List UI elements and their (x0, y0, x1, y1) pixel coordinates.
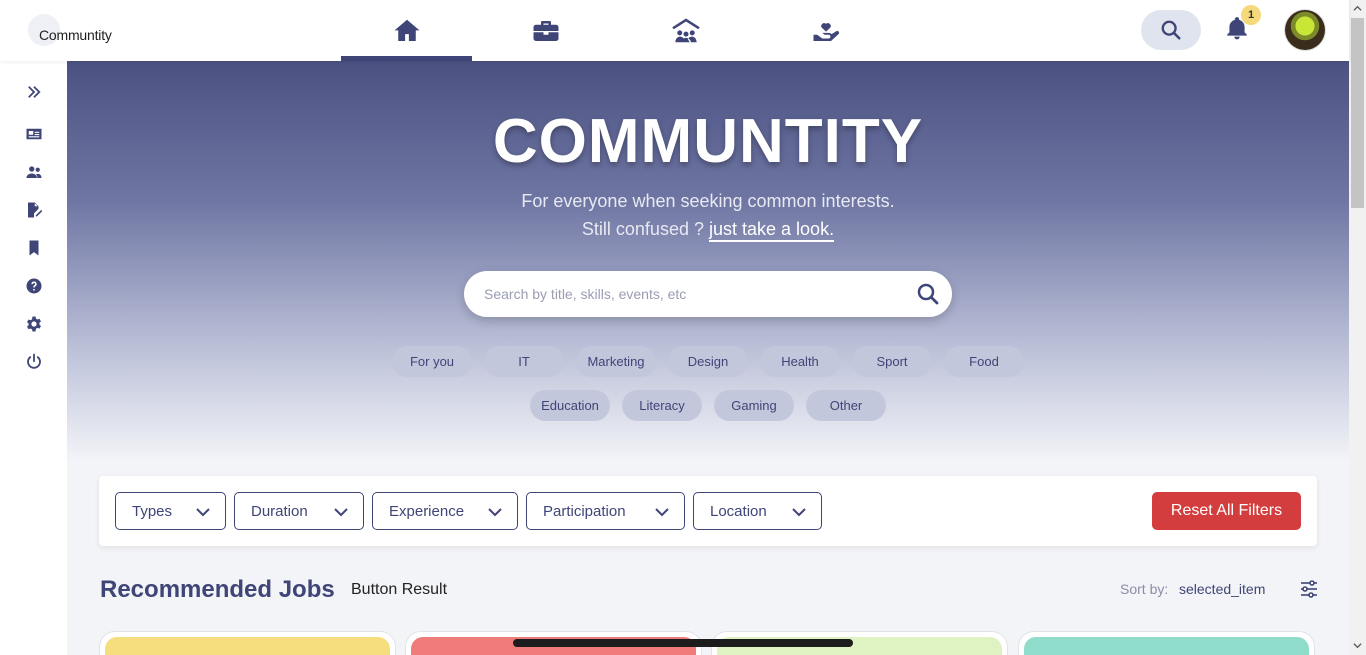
sidebar-expand[interactable] (23, 81, 45, 103)
chip-design[interactable]: Design (668, 346, 748, 377)
sidebar-item-saved[interactable] (23, 237, 45, 259)
job-card[interactable] (99, 631, 396, 655)
community-icon (671, 18, 700, 42)
reset-filters-button[interactable]: Reset All Filters (1152, 492, 1301, 530)
top-navbar: Communtity 1 (0, 0, 1349, 61)
sidebar-item-help[interactable] (23, 275, 45, 297)
scroll-down-icon[interactable] (1353, 641, 1362, 650)
chevron-down-icon (196, 508, 210, 517)
filter-label: Location (710, 502, 767, 520)
user-avatar[interactable] (1285, 10, 1325, 50)
nav-jobs[interactable] (480, 0, 611, 61)
sidebar-item-profile[interactable] (23, 123, 45, 145)
sort-label: Sort by: (1120, 581, 1169, 597)
chip-marketing[interactable]: Marketing (576, 346, 656, 377)
help-icon (26, 278, 42, 294)
scroll-up-icon[interactable] (1353, 4, 1362, 13)
sidebar-item-people[interactable] (23, 161, 45, 183)
chip-other[interactable]: Other (806, 390, 886, 421)
expand-icon (28, 86, 41, 98)
settings-icon (27, 316, 41, 332)
bookmark-icon (29, 240, 39, 256)
volunteer-icon (813, 22, 839, 41)
notification-badge: 1 (1241, 5, 1261, 25)
chip-it[interactable]: IT (484, 346, 564, 377)
edit-file-icon (28, 202, 43, 218)
chip-education[interactable]: Education (530, 390, 610, 421)
chip-health[interactable]: Health (760, 346, 840, 377)
power-icon (27, 353, 41, 369)
card-header (105, 637, 390, 655)
chip-food[interactable]: Food (944, 346, 1024, 377)
take-a-look-link[interactable]: just take a look. (709, 219, 835, 242)
sidebar-item-settings[interactable] (23, 313, 45, 335)
filter-location[interactable]: Location (693, 492, 822, 530)
hero-search-box (464, 271, 952, 317)
brand-logo[interactable]: Communtity (28, 14, 128, 50)
page-scrollbar[interactable] (1349, 0, 1366, 655)
chip-gaming[interactable]: Gaming (714, 390, 794, 421)
users-icon (26, 166, 42, 178)
filter-experience[interactable]: Experience (372, 492, 518, 530)
filter-bar: Types Duration Experience Participation … (99, 476, 1317, 546)
brand-name: Communtity (39, 27, 112, 43)
chip-sport[interactable]: Sport (852, 346, 932, 377)
filter-label: Participation (543, 502, 626, 520)
chevron-down-icon (655, 508, 669, 517)
chevron-down-icon (792, 508, 806, 517)
card-header (1024, 637, 1309, 655)
sort-dropdown[interactable]: selected_item (1179, 581, 1265, 597)
filter-label: Duration (251, 502, 308, 520)
hero-banner: COMMUNTITY For everyone when seeking com… (67, 61, 1349, 461)
sidebar-item-applications[interactable] (23, 199, 45, 221)
hero-subtitle-prefix: Still confused ? (581, 219, 704, 239)
search-icon (1161, 20, 1181, 40)
id-card-icon (26, 128, 42, 140)
section-title: Recommended Jobs (100, 576, 335, 603)
hero-title: COMMUNTITY (492, 107, 924, 176)
filter-label: Experience (389, 502, 465, 520)
sidebar-item-logout[interactable] (23, 351, 45, 373)
job-card[interactable] (1018, 631, 1315, 655)
briefcase-icon (533, 20, 558, 41)
chip-row-2: Education Literacy Gaming Other (67, 390, 1349, 421)
chevron-down-icon (488, 508, 502, 517)
filter-label: Types (132, 502, 173, 520)
hero-subtitle-2: Still confused ? just take a look. (67, 219, 1349, 242)
section-subtitle: Button Result (351, 581, 448, 598)
hero-search-input[interactable] (484, 283, 904, 305)
nav-home[interactable] (341, 0, 472, 61)
home-icon (394, 19, 419, 41)
filter-duration[interactable]: Duration (234, 492, 364, 530)
nav-volunteer[interactable] (760, 0, 891, 61)
search-button[interactable] (1141, 10, 1201, 50)
hero-subtitle: For everyone when seeking common interes… (521, 191, 895, 211)
sliders-icon[interactable] (1299, 580, 1319, 598)
search-icon[interactable] (916, 282, 940, 306)
filter-types[interactable]: Types (115, 492, 226, 530)
chip-row-1: For you IT Marketing Design Health Sport… (67, 346, 1349, 377)
chevron-down-icon (334, 508, 348, 517)
drag-handle[interactable] (513, 639, 853, 647)
chip-literacy[interactable]: Literacy (622, 390, 702, 421)
category-chips: For you IT Marketing Design Health Sport… (67, 346, 1349, 434)
scroll-thumb[interactable] (1351, 18, 1364, 208)
filter-participation[interactable]: Participation (526, 492, 685, 530)
sidebar (0, 61, 67, 655)
nav-community[interactable] (620, 0, 751, 61)
chip-for-you[interactable]: For you (392, 346, 472, 377)
